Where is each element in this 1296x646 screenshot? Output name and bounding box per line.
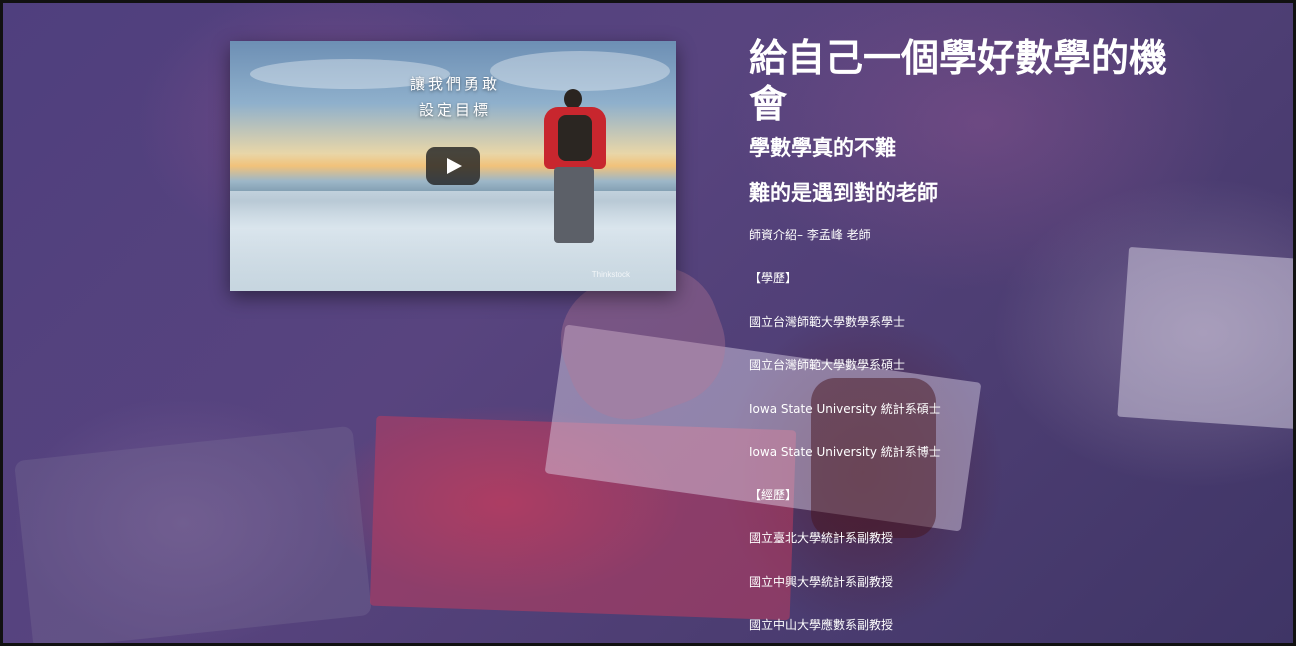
education-item: Iowa State University 統計系博士 (749, 445, 941, 459)
hiker-legs (554, 167, 594, 243)
hiker-backpack (558, 115, 592, 161)
experience-heading: 【經歷】 (749, 488, 798, 502)
education-item: Iowa State University 統計系碩士 (749, 402, 941, 416)
page-subtitle: 學數學真的不難 (749, 136, 896, 160)
education-heading: 【學歷】 (749, 271, 798, 285)
video-watermark: Thinkstock (591, 270, 630, 279)
teacher-intro-text: 師資介紹– 李孟峰 老師 (749, 228, 871, 242)
experience-item: 國立臺北大學統計系副教授 (749, 531, 894, 545)
page-title: 給自己一個學好數學的機會 (749, 36, 1168, 126)
teacher-intro-section: 給自己一個學好數學的機會 學數學真的不難 難的是遇到對的老師 師資介紹– 李孟峰… (749, 35, 1169, 632)
education-item: 國立台灣師範大學數學系學士 (749, 315, 906, 329)
play-icon (447, 158, 462, 174)
page-frame: 讓我們勇敢 設定目標 Thinkstock 給自己一個學好數學的機會 學數學真的… (0, 0, 1296, 646)
hiker-figure (540, 89, 610, 249)
experience-item: 國立中山大學應數系副教授 (749, 618, 894, 632)
education-item: 國立台灣師範大學數學系碩士 (749, 358, 906, 372)
play-button[interactable] (426, 147, 480, 185)
video-player[interactable]: 讓我們勇敢 設定目標 Thinkstock (230, 41, 676, 291)
hiker-head (564, 89, 582, 109)
experience-item: 國立中興大學統計系副教授 (749, 575, 894, 589)
video-caption-line1: 讓我們勇敢 (409, 75, 500, 93)
page-subtitle-2: 難的是遇到對的老師 (749, 181, 938, 205)
video-caption-line2: 設定目標 (418, 101, 491, 119)
video-caption: 讓我們勇敢 設定目標 (370, 71, 540, 123)
